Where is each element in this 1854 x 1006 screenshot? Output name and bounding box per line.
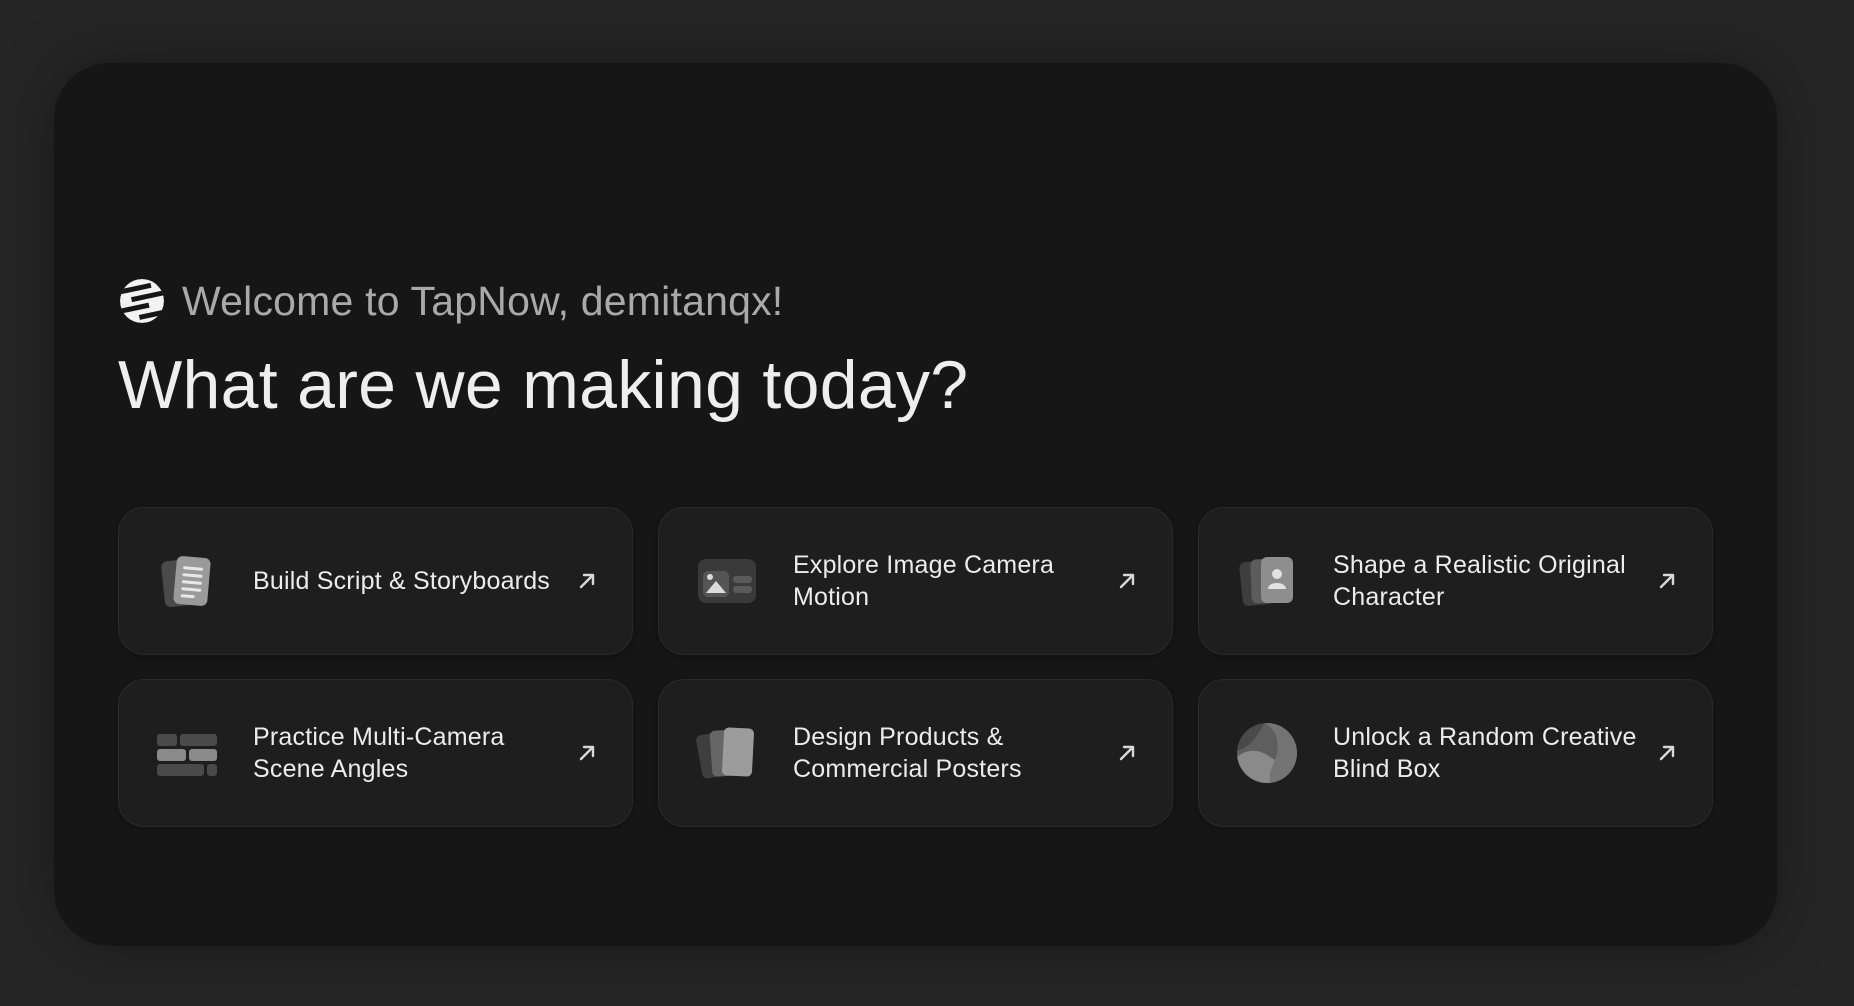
poster-stack-icon (696, 727, 754, 779)
tapnow-logo-icon (120, 279, 164, 323)
card-label: Shape a Realistic Original Character (1333, 551, 1626, 611)
script-storyboard-icon (161, 556, 211, 608)
card-label: Build Script & Storyboards (253, 567, 550, 595)
arrow-up-right-icon (1659, 573, 1675, 589)
arrow-up-right-icon (1119, 573, 1135, 589)
character-card-icon (1239, 557, 1293, 606)
multi-camera-grid-icon (157, 734, 217, 776)
card-label: Explore Image Camera Motion (793, 551, 1055, 611)
card-label: Design Products & Commercial Posters (793, 723, 1022, 783)
welcome-text: Welcome to TapNow, demitanqx! (182, 277, 784, 324)
arrow-up-right-icon (1659, 745, 1675, 761)
card-build-script-storyboards[interactable]: Build Script & Storyboards (118, 507, 633, 655)
card-explore-image-camera-motion[interactable]: Explore Image Camera Motion (658, 507, 1173, 655)
arrow-up-right-icon (1119, 745, 1135, 761)
page-title: What are we making today? (118, 347, 969, 423)
card-label: Unlock a Random Creative Blind Box (1333, 723, 1637, 783)
welcome-panel: Welcome to TapNow, demitanqx! What are w… (54, 63, 1777, 946)
blind-box-icon (1237, 723, 1297, 783)
card-unlock-random-blind-box[interactable]: Unlock a Random Creative Blind Box (1198, 679, 1713, 827)
card-shape-realistic-character[interactable]: Shape a Realistic Original Character (1198, 507, 1713, 655)
card-design-products-posters[interactable]: Design Products & Commercial Posters (658, 679, 1173, 827)
suggestion-grid: Build Script & Storyboards Explore Image… (118, 507, 1713, 827)
card-label: Practice Multi-Camera Scene Angles (253, 723, 505, 783)
image-camera-icon (698, 559, 756, 603)
welcome-row: Welcome to TapNow, demitanqx! (118, 277, 783, 325)
arrow-up-right-icon (579, 573, 595, 589)
card-practice-multi-camera-angles[interactable]: Practice Multi-Camera Scene Angles (118, 679, 633, 827)
arrow-up-right-icon (579, 745, 595, 761)
